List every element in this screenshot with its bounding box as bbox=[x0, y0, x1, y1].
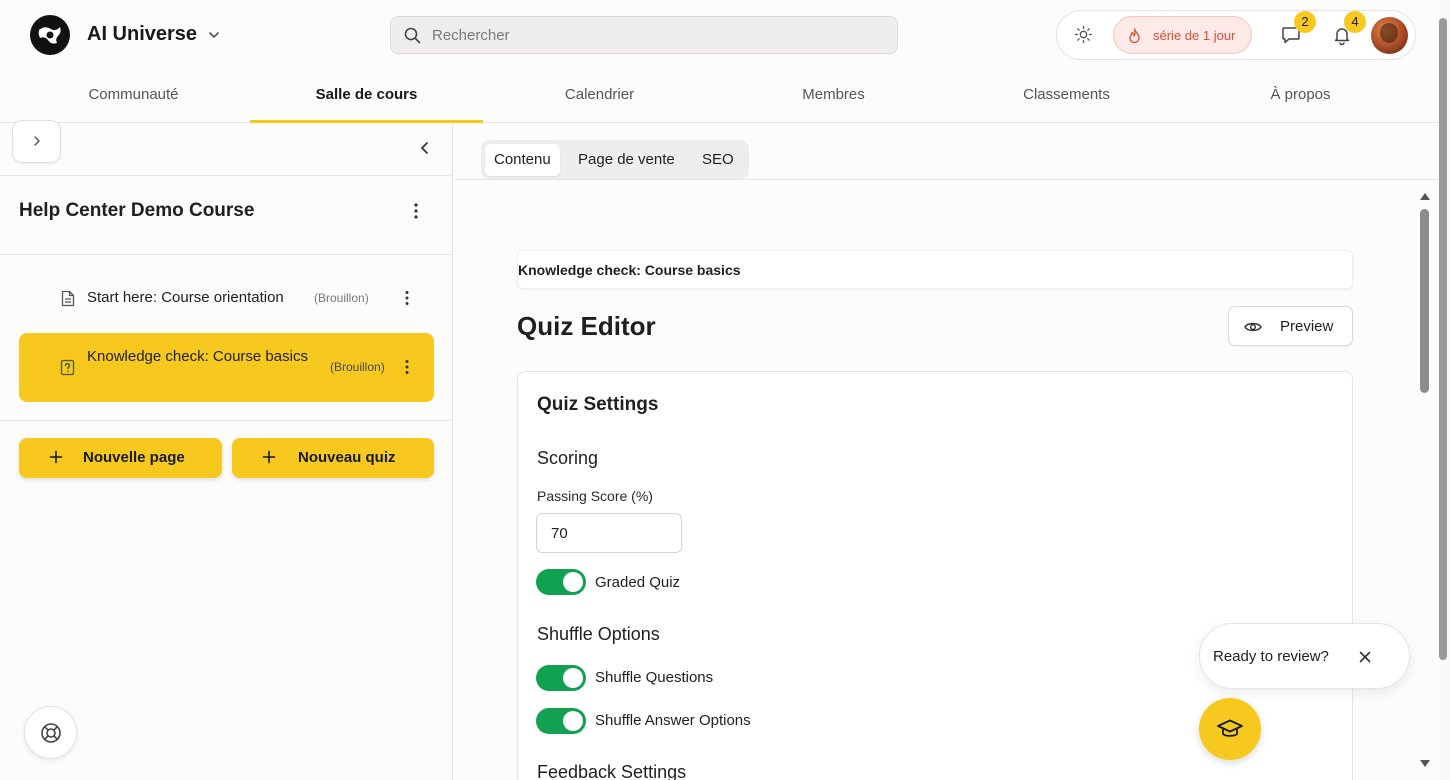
tab-calendrier[interactable]: Calendrier bbox=[483, 70, 716, 122]
sun-icon[interactable] bbox=[1074, 25, 1093, 44]
new-page-label: Nouvelle page bbox=[83, 449, 185, 466]
page-scrollbar[interactable] bbox=[1438, 0, 1450, 780]
lesson-item[interactable]: Start here: Course orientation (Brouillo… bbox=[19, 273, 434, 323]
passing-score-input[interactable] bbox=[536, 513, 682, 553]
graduation-cap-icon bbox=[1217, 719, 1243, 737]
course-assistant-button[interactable] bbox=[1199, 698, 1261, 760]
preview-label: Preview bbox=[1280, 318, 1334, 335]
document-icon bbox=[61, 290, 75, 307]
passing-score-label: Passing Score (%) bbox=[537, 488, 653, 504]
divider bbox=[454, 179, 1438, 180]
shuffle-answers-toggle[interactable] bbox=[536, 708, 586, 734]
new-quiz-label: Nouveau quiz bbox=[298, 449, 396, 466]
shuffle-questions-label: Shuffle Questions bbox=[595, 669, 714, 686]
ai-universe-logo[interactable] bbox=[29, 14, 71, 56]
lifebuoy-icon bbox=[41, 723, 61, 743]
course-title: Help Center Demo Course bbox=[19, 200, 255, 221]
quiz-title-field[interactable]: Knowledge check: Course basics bbox=[517, 250, 1353, 289]
tab-membres[interactable]: Membres bbox=[717, 70, 950, 122]
scrollbar-thumb[interactable] bbox=[1420, 209, 1429, 393]
page-title: Quiz Editor bbox=[517, 311, 656, 341]
shuffle-questions-toggle[interactable] bbox=[536, 665, 586, 691]
lesson-status: (Brouillon) bbox=[330, 360, 385, 374]
graded-quiz-label: Graded Quiz bbox=[595, 574, 681, 591]
help-button[interactable] bbox=[24, 706, 77, 759]
flame-icon bbox=[1129, 28, 1140, 44]
eye-icon bbox=[1244, 322, 1262, 332]
course-sidebar: Help Center Demo Course Start here: Cour… bbox=[0, 120, 453, 780]
main-nav: Communauté Salle de cours Calendrier Mem… bbox=[0, 70, 1438, 123]
review-prompt-text: Ready to review? bbox=[1213, 648, 1329, 665]
search-bar[interactable] bbox=[390, 16, 898, 54]
chevron-right-icon bbox=[34, 136, 40, 146]
more-vertical-icon[interactable] bbox=[407, 201, 425, 221]
tab-contenu[interactable]: Contenu bbox=[485, 144, 560, 176]
plus-icon bbox=[262, 450, 276, 464]
section-heading-feedback: Feedback Settings bbox=[537, 762, 687, 780]
workspace-name[interactable]: AI Universe bbox=[87, 23, 197, 46]
divider bbox=[0, 420, 452, 421]
lesson-status: (Brouillon) bbox=[314, 291, 369, 305]
more-vertical-icon[interactable] bbox=[398, 289, 416, 307]
user-avatar[interactable] bbox=[1371, 17, 1408, 54]
quiz-title: Knowledge check: Course basics bbox=[518, 262, 741, 278]
quiz-icon bbox=[60, 359, 75, 376]
scroll-down-arrow[interactable] bbox=[1420, 760, 1430, 767]
plus-icon bbox=[49, 450, 63, 464]
tab-communaute[interactable]: Communauté bbox=[17, 70, 250, 122]
divider bbox=[0, 175, 452, 176]
preview-button[interactable]: Preview bbox=[1228, 306, 1353, 346]
tab-classements[interactable]: Classements bbox=[950, 70, 1183, 122]
search-input[interactable] bbox=[432, 25, 872, 45]
notifications-count-badge: 4 bbox=[1344, 11, 1366, 33]
streak-label: série de 1 jour bbox=[1153, 28, 1236, 43]
scrollbar-thumb[interactable] bbox=[1439, 18, 1447, 660]
graded-quiz-toggle[interactable] bbox=[536, 569, 586, 595]
tab-seo[interactable]: SEO bbox=[693, 144, 743, 176]
section-heading-shuffle: Shuffle Options bbox=[537, 624, 660, 644]
expand-sidebar-button[interactable] bbox=[12, 120, 61, 163]
divider bbox=[0, 254, 452, 255]
streak-badge[interactable]: série de 1 jour bbox=[1113, 16, 1252, 54]
lesson-title: Start here: Course orientation bbox=[87, 289, 284, 306]
shuffle-answers-label: Shuffle Answer Options bbox=[595, 712, 751, 729]
section-heading-scoring: Scoring bbox=[537, 448, 599, 468]
new-quiz-button[interactable]: Nouveau quiz bbox=[232, 438, 434, 478]
chevron-down-icon[interactable] bbox=[207, 28, 221, 42]
lesson-item-selected[interactable]: Knowledge check: Course basics (Brouillo… bbox=[19, 333, 434, 402]
content-tabs: Contenu Page de vente SEO bbox=[481, 140, 749, 179]
top-bar: AI Universe série de 1 jour 2 4 bbox=[0, 0, 1438, 70]
tab-page-de-vente[interactable]: Page de vente bbox=[569, 144, 684, 176]
tab-salle-de-cours[interactable]: Salle de cours bbox=[250, 70, 483, 123]
new-page-button[interactable]: Nouvelle page bbox=[19, 438, 222, 478]
lesson-title: Knowledge check: Course basics bbox=[87, 348, 308, 365]
chevron-left-icon[interactable] bbox=[417, 140, 433, 156]
more-vertical-icon[interactable] bbox=[398, 358, 416, 376]
messages-count-badge: 2 bbox=[1294, 11, 1316, 33]
tab-a-propos[interactable]: À propos bbox=[1184, 70, 1417, 122]
content-scrollbar[interactable] bbox=[1418, 193, 1432, 773]
search-icon bbox=[404, 27, 421, 44]
close-icon[interactable] bbox=[1358, 650, 1372, 664]
scroll-up-arrow[interactable] bbox=[1420, 193, 1430, 200]
review-prompt: Ready to review? bbox=[1199, 623, 1410, 689]
settings-title: Quiz Settings bbox=[537, 394, 659, 415]
